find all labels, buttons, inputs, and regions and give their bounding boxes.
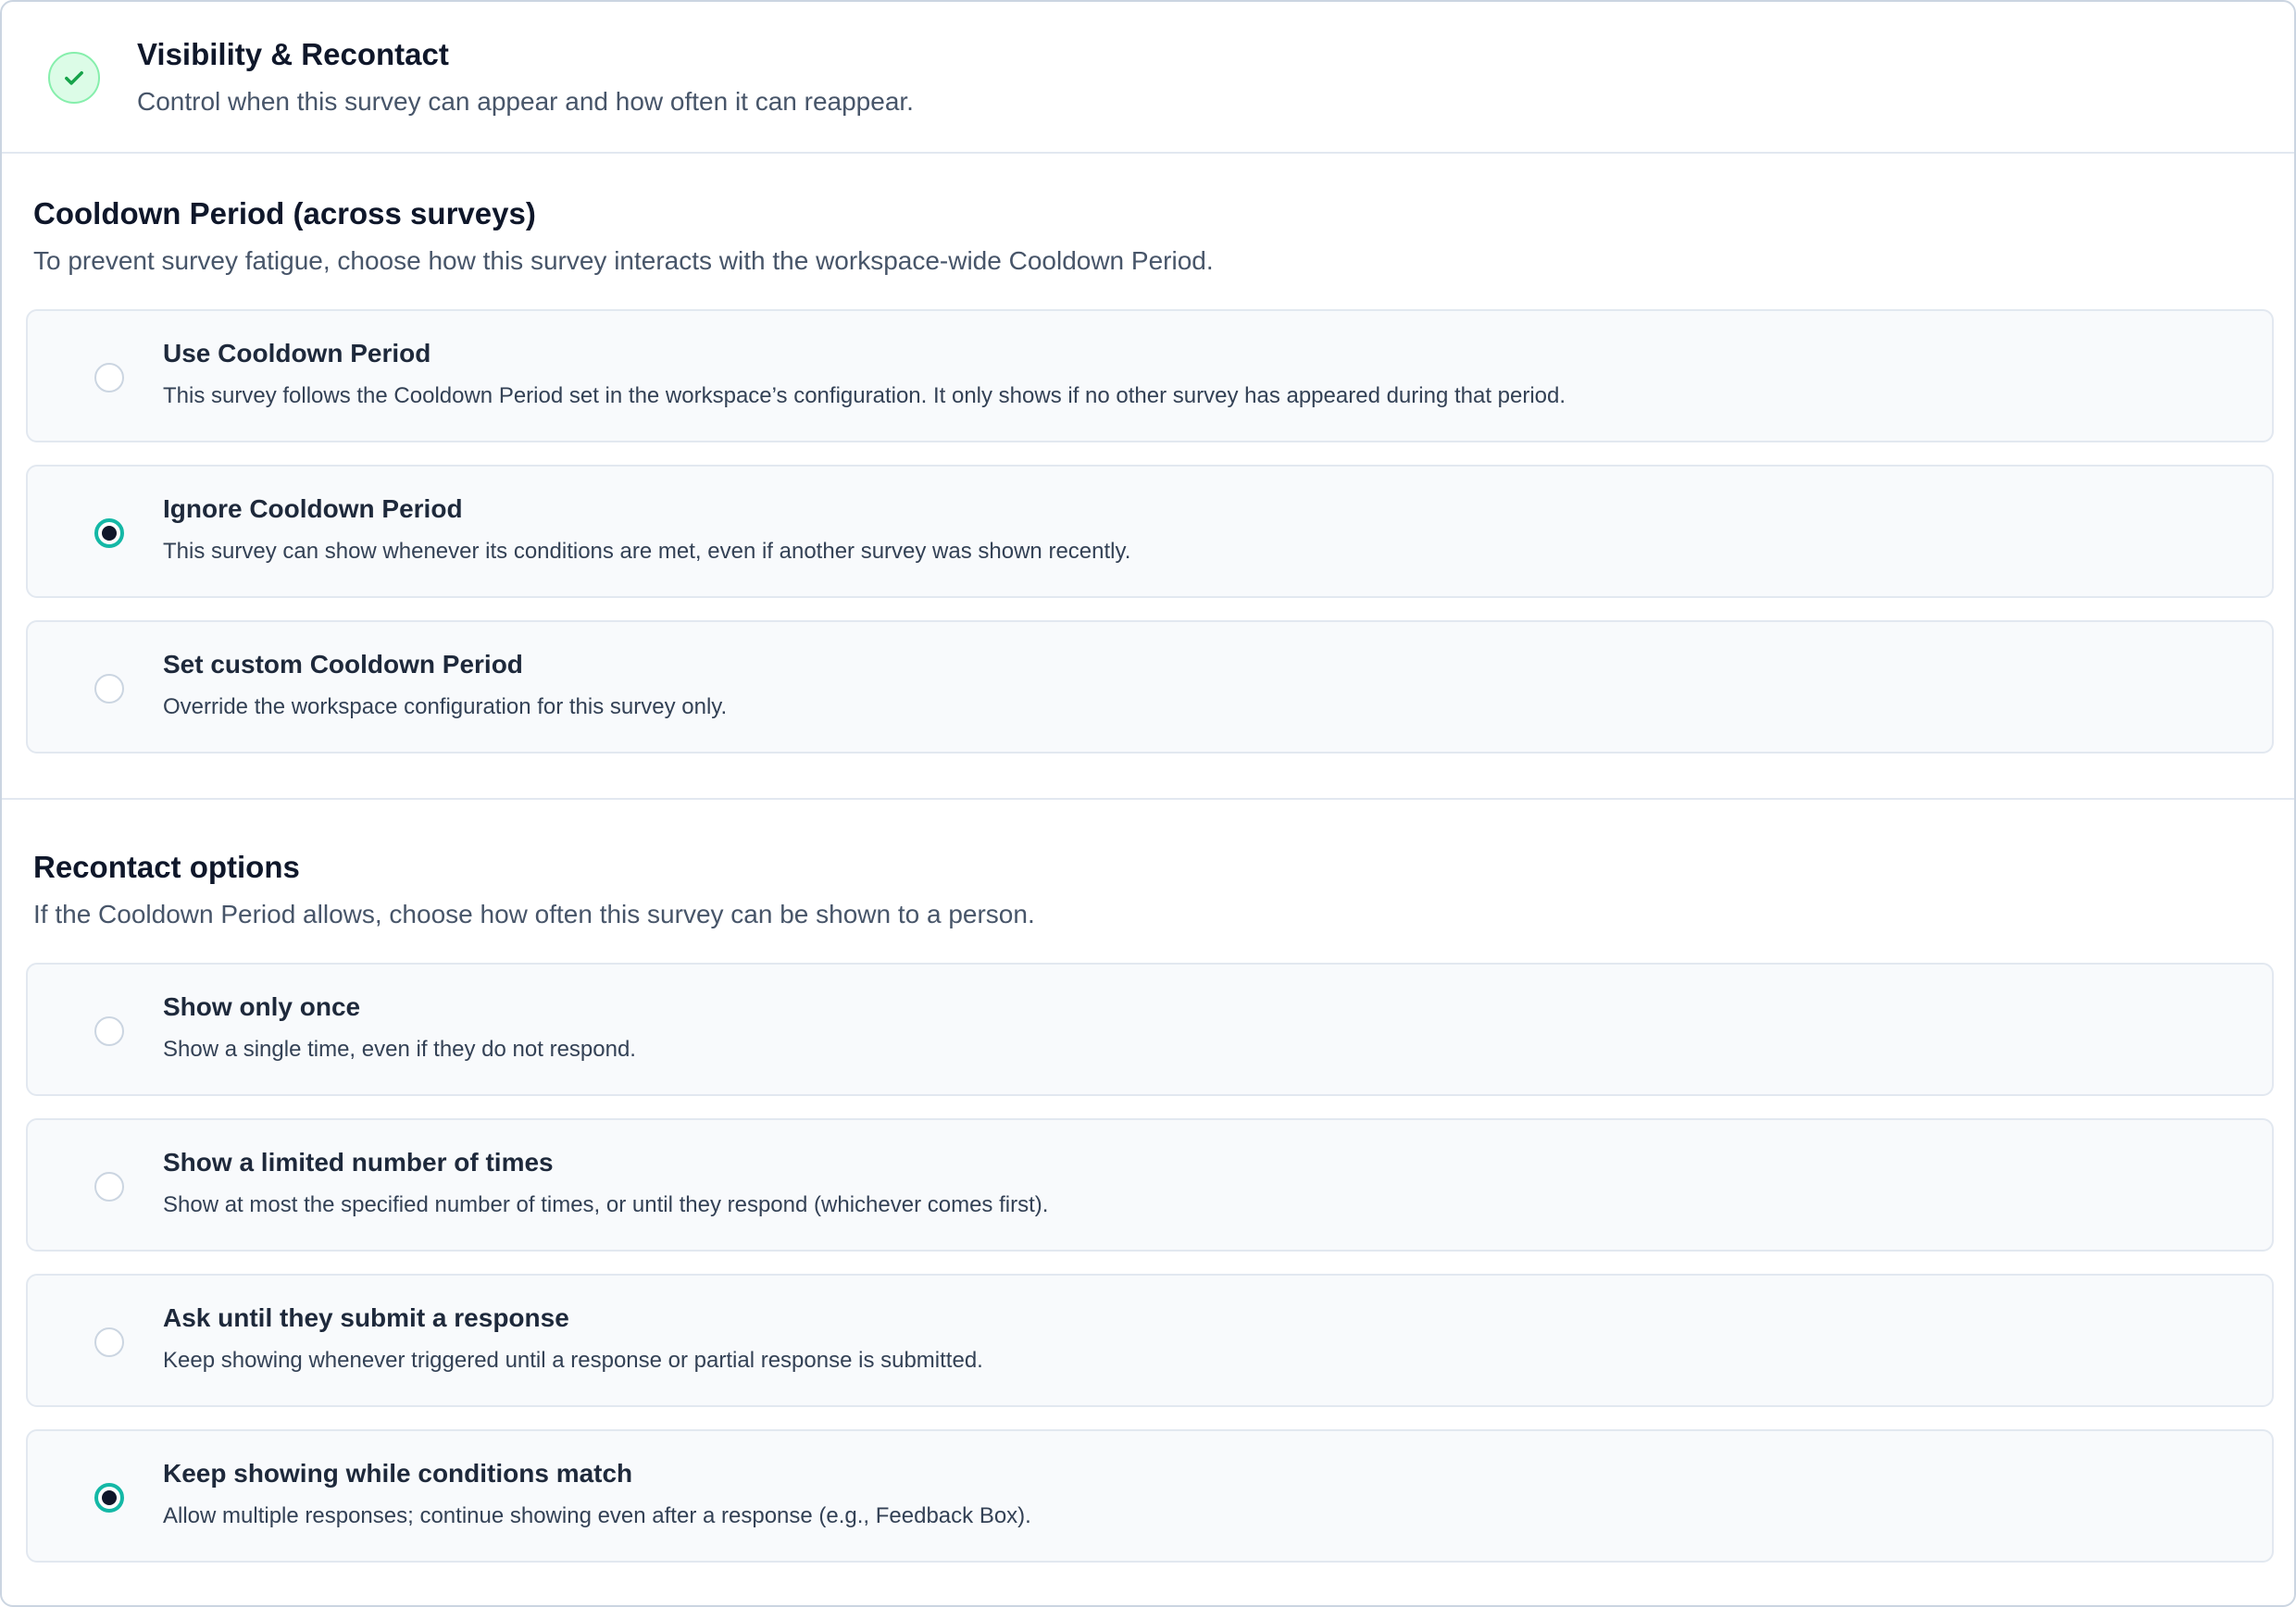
option-title: Show a limited number of times xyxy=(163,1148,554,1177)
card-header: Visibility & Recontact Control when this… xyxy=(2,2,2294,154)
cooldown-title: Cooldown Period (across surveys) xyxy=(33,196,536,230)
radio-show-once[interactable] xyxy=(94,1016,124,1046)
radio-show-limited[interactable] xyxy=(94,1172,124,1202)
option-title: Set custom Cooldown Period xyxy=(163,650,523,679)
option-description: Override the workspace configuration for… xyxy=(163,694,728,719)
option-description: This survey follows the Cooldown Period … xyxy=(163,383,1566,408)
recontact-description: If the Cooldown Period allows, choose ho… xyxy=(33,900,1035,928)
section-heading: Visibility & Recontact xyxy=(137,37,449,71)
option-title: Show only once xyxy=(163,992,361,1021)
option-use-cooldown[interactable]: Use Cooldown Period This survey follows … xyxy=(26,309,2274,442)
option-show-once[interactable]: Show only once Show a single time, even … xyxy=(26,963,2274,1096)
option-description: Keep showing whenever triggered until a … xyxy=(163,1348,983,1373)
radio-use-cooldown[interactable] xyxy=(94,363,124,392)
option-description: Show a single time, even if they do not … xyxy=(163,1037,636,1062)
option-description: Show at most the specified number of tim… xyxy=(163,1192,1049,1217)
cooldown-description: To prevent survey fatigue, choose how th… xyxy=(33,246,1214,275)
visibility-recontact-card: Visibility & Recontact Control when this… xyxy=(0,0,2296,1607)
section-divider xyxy=(2,798,2294,800)
option-title: Use Cooldown Period xyxy=(163,339,431,367)
check-icon xyxy=(48,52,100,104)
option-ignore-cooldown[interactable]: Ignore Cooldown Period This survey can s… xyxy=(26,465,2274,598)
option-ask-until-response[interactable]: Ask until they submit a response Keep sh… xyxy=(26,1274,2274,1407)
option-title: Ask until they submit a response xyxy=(163,1303,569,1332)
option-show-limited[interactable]: Show a limited number of times Show at m… xyxy=(26,1118,2274,1252)
section-description: Control when this survey can appear and … xyxy=(137,87,914,116)
radio-custom-cooldown[interactable] xyxy=(94,674,124,704)
option-keep-showing[interactable]: Keep showing while conditions match Allo… xyxy=(26,1429,2274,1563)
option-description: This survey can show whenever its condit… xyxy=(163,539,1131,564)
option-title: Keep showing while conditions match xyxy=(163,1459,633,1488)
radio-keep-showing[interactable] xyxy=(94,1483,124,1513)
radio-ask-until-response[interactable] xyxy=(94,1327,124,1357)
recontact-title: Recontact options xyxy=(33,850,300,884)
option-title: Ignore Cooldown Period xyxy=(163,494,463,523)
option-custom-cooldown[interactable]: Set custom Cooldown Period Override the … xyxy=(26,620,2274,754)
option-description: Allow multiple responses; continue showi… xyxy=(163,1503,1031,1528)
radio-ignore-cooldown[interactable] xyxy=(94,518,124,548)
